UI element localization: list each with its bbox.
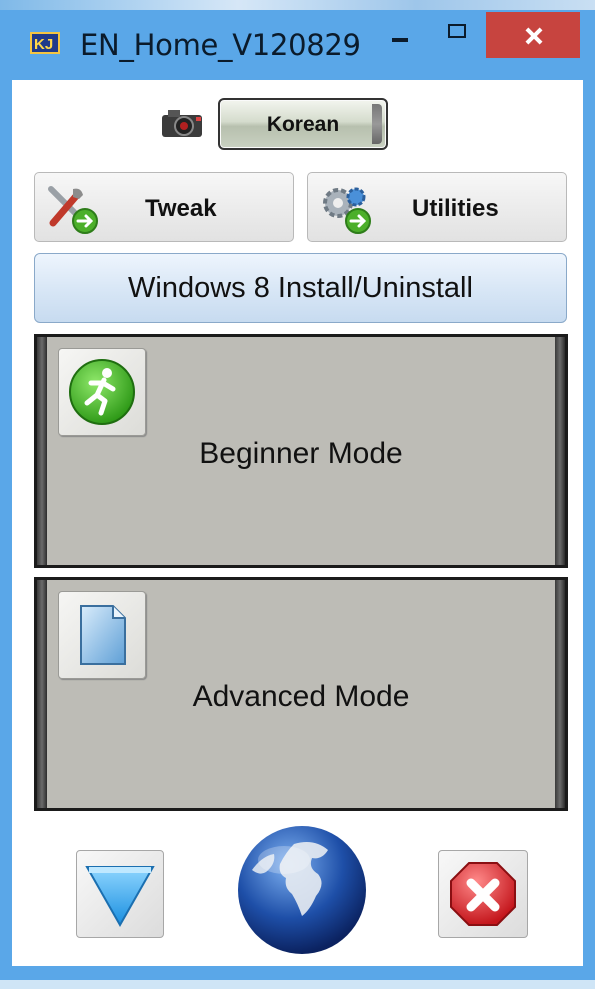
desktop-background-strip <box>0 0 595 10</box>
gear-utilities-icon <box>323 187 371 234</box>
camera-icon <box>162 110 202 137</box>
close-button[interactable] <box>486 12 580 58</box>
running-man-icon <box>69 359 135 425</box>
minimize-button[interactable] <box>380 10 420 58</box>
utilities-label: Utilities <box>412 195 499 222</box>
maximize-button[interactable] <box>440 10 480 58</box>
beginner-mode-button[interactable]: Beginner Mode <box>34 334 568 568</box>
down-triangle-icon <box>85 866 155 928</box>
red-x-stop-icon <box>450 862 516 926</box>
window-client-area: Korean Tweak Utilities Windows 8 Install… <box>12 80 583 966</box>
advanced-mode-button[interactable]: Advanced Mode <box>34 577 568 811</box>
document-icon <box>80 605 126 665</box>
kj-app-icon: KJ <box>30 32 60 54</box>
exit-button[interactable] <box>438 850 528 938</box>
language-button-label: Korean <box>266 113 340 136</box>
globe-icon <box>238 826 366 954</box>
language-button[interactable]: Korean <box>218 98 388 150</box>
tweak-label: Tweak <box>145 195 217 222</box>
tweak-button[interactable]: Tweak <box>34 172 294 242</box>
install-label: Windows 8 Install/Uninstall <box>128 272 473 304</box>
tweak-tools-icon <box>48 186 98 234</box>
down-arrow-button[interactable] <box>76 850 164 938</box>
app-window: KJ EN_Home_V120829 Korean Tweak Utilitie… <box>0 0 595 989</box>
advanced-mode-icon-box <box>58 591 146 679</box>
utilities-button[interactable]: Utilities <box>307 172 567 242</box>
beginner-mode-label: Beginner Mode <box>199 437 403 470</box>
beginner-mode-icon-box <box>58 348 146 436</box>
window-title: EN_Home_V120829 <box>80 28 361 62</box>
window-bottom-border <box>0 966 595 989</box>
advanced-mode-label: Advanced Mode <box>192 680 410 713</box>
svg-text:KJ: KJ <box>34 36 53 53</box>
windows8-install-button[interactable]: Windows 8 Install/Uninstall <box>34 253 567 323</box>
globe-button[interactable] <box>234 822 370 958</box>
title-bar[interactable]: KJ EN_Home_V120829 <box>0 10 595 72</box>
